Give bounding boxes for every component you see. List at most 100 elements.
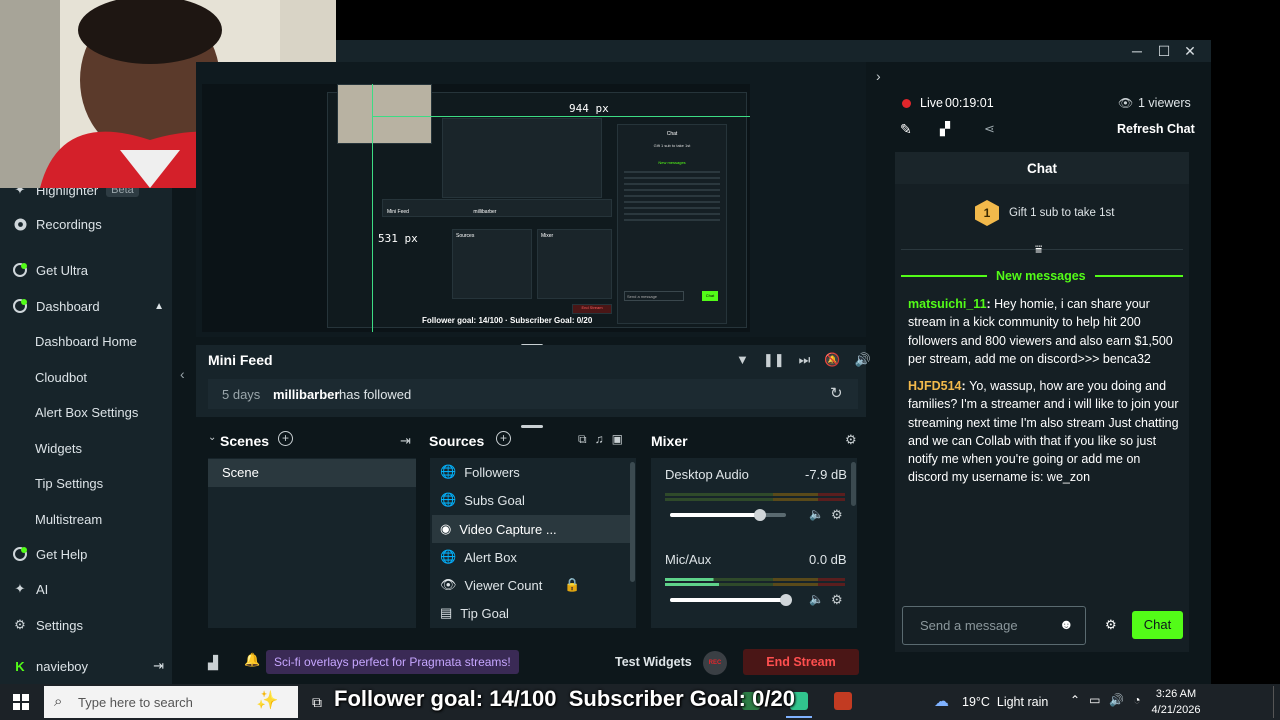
mute-notifications-icon[interactable]: 🔕 [824,352,840,368]
volume-icon[interactable]: 🔈 [809,592,824,606]
collapse-pinned-icon[interactable]: ⩸ [1035,242,1042,257]
width-readout: 944 px [569,102,609,115]
source-item[interactable]: ▤ Tip Goal [432,599,630,627]
taskbar-app-icon[interactable] [834,692,852,710]
mixer-panel [651,458,857,628]
audio-icon[interactable]: ♫ [595,432,604,447]
clock-time[interactable]: 3:26 AM [1150,688,1202,700]
volume-icon[interactable]: 🔊 [855,352,871,368]
share-icon[interactable]: ⋖ [984,121,995,137]
sidebar-item-dashboard[interactable]: Dashboard ▲ [12,295,164,317]
volume-slider[interactable] [670,509,786,521]
record-button[interactable]: REC [703,651,727,675]
resize-handle[interactable] [521,425,543,428]
new-messages-divider: New messages [996,269,1086,283]
minimize-button[interactable]: ─ [1124,42,1150,60]
mixer-settings-icon[interactable]: ⚙ [845,432,857,448]
search-highlight-icon: ✨ [256,690,279,710]
source-item[interactable]: 🌐 Followers [432,458,630,486]
volume-fill [670,513,761,517]
mini-feed-title: Mini Feed [208,352,273,368]
mixer-channel-level: 0.0 dB [809,552,847,567]
weather-text[interactable]: 19°C Light rain [962,695,1048,709]
mixer-channel-level: -7.9 dB [805,467,847,482]
battery-icon[interactable]: ▭ [1089,693,1100,707]
sparkle-icon: ✦ [14,581,26,596]
lock-icon[interactable]: 🔒 [564,577,580,593]
document-icon: ▤ [440,605,453,620]
source-group-icon[interactable]: ⧉ [578,432,587,447]
sidebar-subitem[interactable]: Tip Settings [35,476,103,491]
volume-knob[interactable] [780,594,792,606]
notification-bell-icon[interactable]: 🔔 [244,652,260,668]
speaker-icon[interactable]: 🔊 [1109,693,1124,707]
mixer-scrollbar[interactable] [851,462,856,506]
globe-icon: 🌐 [440,492,457,507]
sidebar-item-get-ultra[interactable]: Get Ultra [12,259,88,281]
replay-icon[interactable]: ↻ [830,384,843,402]
show-hidden-icons-icon[interactable]: ⌃ [1070,693,1080,707]
skip-icon[interactable]: ⏭ [799,352,811,368]
stream-info-icon[interactable]: ▞ [940,121,950,137]
close-button[interactable]: ✕ [1177,42,1203,60]
sidebar-subitem[interactable]: Widgets [35,441,82,456]
show-desktop-button[interactable] [1273,686,1274,718]
sidebar-subitem[interactable]: Multistream [35,512,102,527]
globe-icon: 🌐 [440,464,457,479]
logout-icon[interactable]: ⇥ [153,658,164,674]
collapse-sidebar-icon[interactable]: ‹ [180,366,185,382]
stats-icon[interactable]: ▟ [208,655,218,671]
scene-item[interactable]: Scene [208,459,416,487]
chat-message: HJFD514: Yo, wassup, how are you doing a… [908,379,1179,485]
sidebar-subitem[interactable]: Alert Box Settings [35,405,138,420]
send-chat-button[interactable]: Chat [1132,611,1183,639]
sidebar-item-ai[interactable]: ✦ AI [12,578,49,600]
edit-stream-icon[interactable]: ✎ [900,121,912,138]
clock-date[interactable]: 4/21/2026 [1150,704,1202,716]
sidebar-item-settings[interactable]: ⚙ Settings [12,614,83,636]
maximize-button[interactable]: ☐ [1151,42,1177,60]
source-item[interactable]: 🌐 Alert Box [432,543,630,571]
audio-meter [665,583,845,586]
sidebar-subitem[interactable]: Cloudbot [35,370,87,385]
expand-chat-icon[interactable]: › [876,68,881,84]
sidebar-subitem[interactable]: Dashboard Home [35,334,137,349]
feed-user[interactable]: millibarber [273,387,339,402]
channel-settings-icon[interactable]: ⚙ [831,592,843,608]
sources-scrollbar[interactable] [630,462,635,582]
filter-icon[interactable]: ▼ [736,352,749,368]
height-readout: 531 px [378,232,418,245]
chat-text: Yo, wassup, how are you doing and famili… [908,379,1179,485]
end-stream-button[interactable]: End Stream [743,649,859,675]
emoji-icon[interactable]: ☻ [1059,616,1074,632]
windows-start-icon[interactable] [13,694,29,710]
scene-transition-icon[interactable]: ⇥ [400,433,411,449]
promo-banner[interactable]: Sci-fi overlays perfect for Pragmata str… [266,650,519,674]
sidebar-item-recordings[interactable]: Recordings [12,213,102,235]
taskbar-search[interactable]: ⌕ Type here to search ✨ [44,686,298,718]
live-timer: 00:19:01 [945,96,994,110]
gift-sub-prompt[interactable]: Gift 1 sub to take 1st [1009,207,1114,219]
stream-preview[interactable]: Chat Gift 1 sub to take 1st New messages… [202,84,750,332]
add-source-button[interactable]: + [496,431,511,446]
source-item[interactable]: 🌐 Subs Goal [432,486,630,514]
collapse-scenes-icon[interactable]: ⌄ [208,432,216,443]
network-icon[interactable]: ◔ [1133,693,1140,707]
user-account[interactable]: K navieboy ⇥ [12,655,164,677]
source-item[interactable]: 👁 Viewer Count 🔒 [432,571,630,599]
channel-settings-icon[interactable]: ⚙ [831,507,843,523]
folder-icon[interactable]: ▣ [612,432,623,447]
chat-settings-icon[interactable]: ⚙ [1105,617,1117,633]
volume-icon[interactable]: 🔈 [809,507,824,521]
pause-icon[interactable]: ❚❚ [763,352,785,368]
chat-username[interactable]: HJFD514 [908,379,962,393]
source-item-selected[interactable]: ◉ Video Capture ... [432,515,630,543]
task-view-icon[interactable]: ⧉ [312,694,322,711]
volume-slider[interactable] [670,594,792,606]
refresh-chat-button[interactable]: Refresh Chat [1117,122,1195,136]
add-scene-button[interactable]: + [278,431,293,446]
kick-logo-icon: K [15,658,25,674]
test-widgets-button[interactable]: Test Widgets [615,655,692,669]
sidebar-item-get-help[interactable]: Get Help [12,543,87,565]
chat-username[interactable]: matsuichi_11 [908,297,987,311]
